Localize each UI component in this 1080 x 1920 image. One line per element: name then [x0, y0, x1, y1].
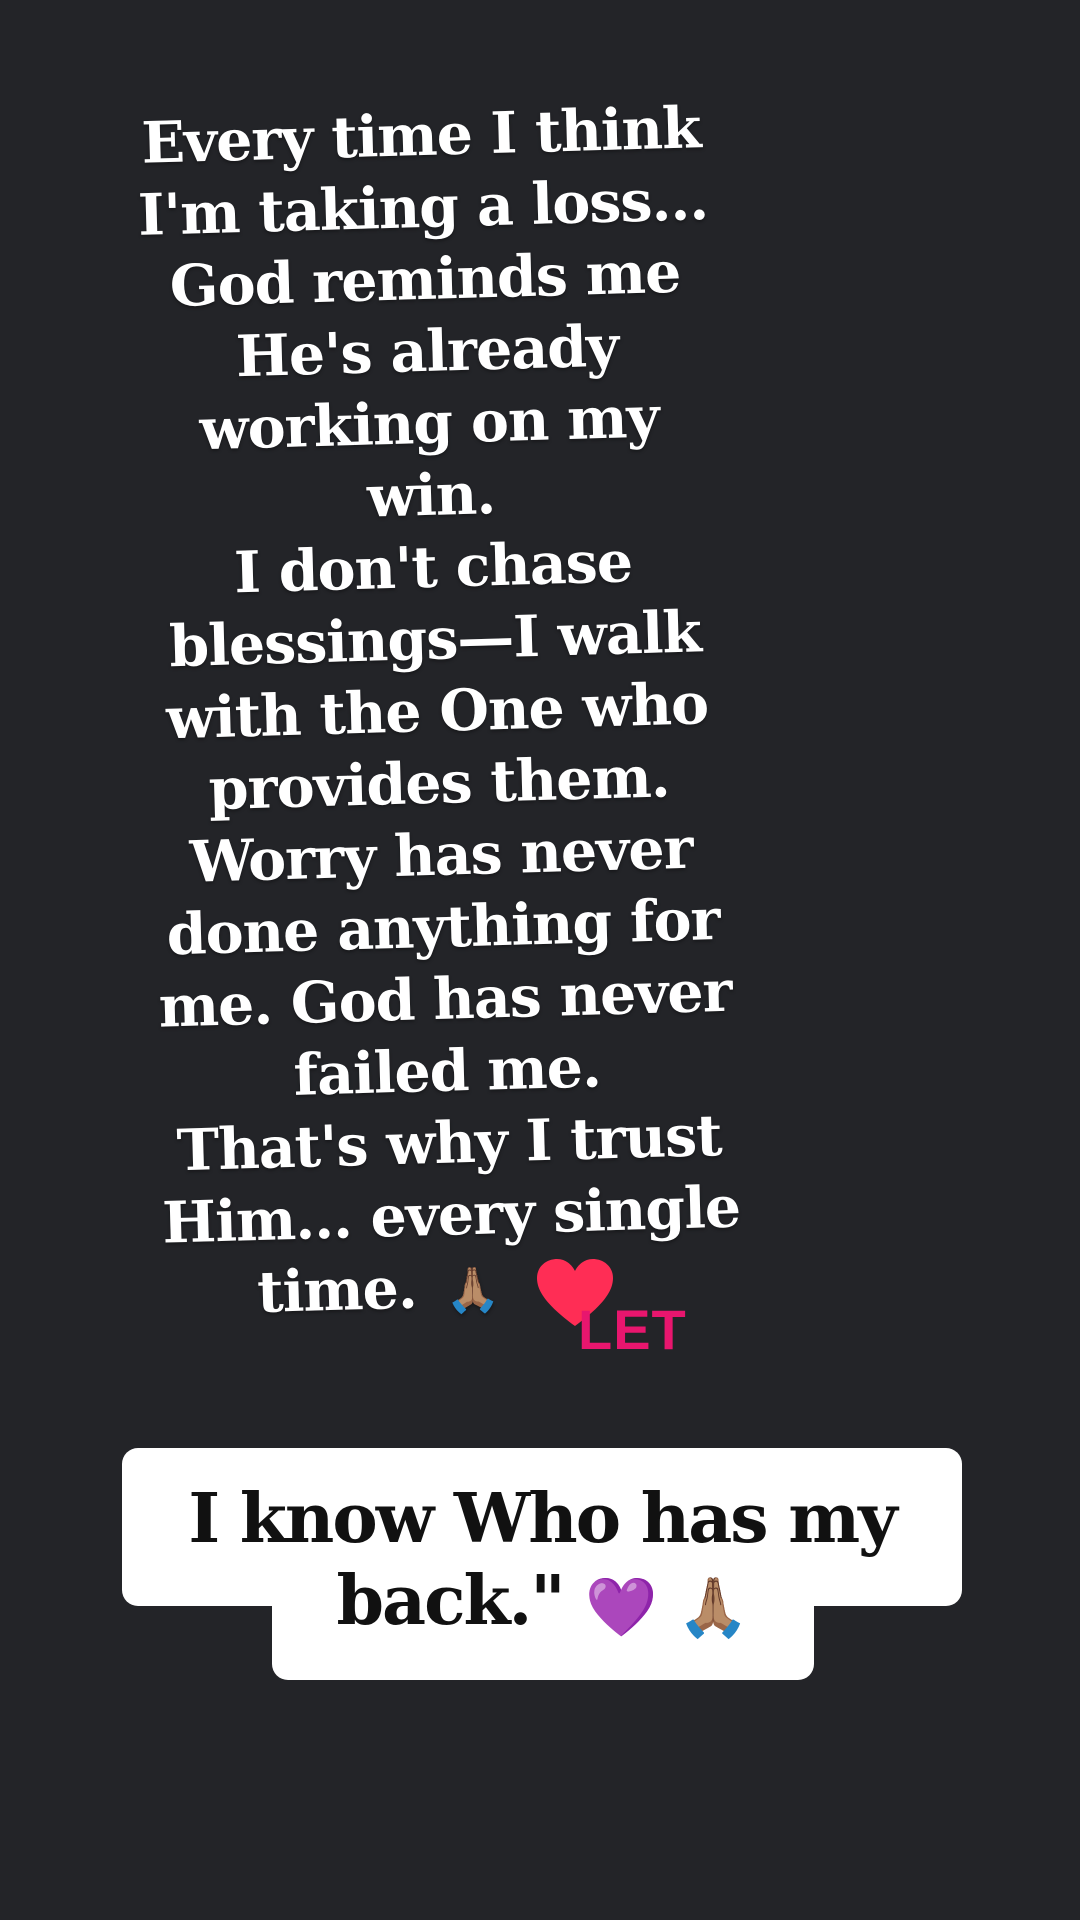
caption-text: I know Who has my back." 💜 🙏🏽: [122, 1478, 962, 1648]
praying-hands-icon: 🙏🏽: [444, 1264, 500, 1317]
caption-line-2: back." 💜 🙏🏽: [122, 1560, 962, 1648]
quote-line: time.: [256, 1254, 418, 1326]
caption-line-1: I know Who has my: [188, 1479, 897, 1559]
quote-text-block: Every time I think I'm taking a loss... …: [90, 91, 784, 1337]
purple-heart-icon: 💜: [585, 1572, 657, 1641]
let-sticker-text: LET: [578, 1298, 687, 1361]
caption-line-2-text: back.": [336, 1561, 565, 1641]
story-background: Every time I think I'm taking a loss... …: [0, 0, 1080, 1920]
praying-hands-icon: 🙏🏽: [677, 1572, 749, 1641]
